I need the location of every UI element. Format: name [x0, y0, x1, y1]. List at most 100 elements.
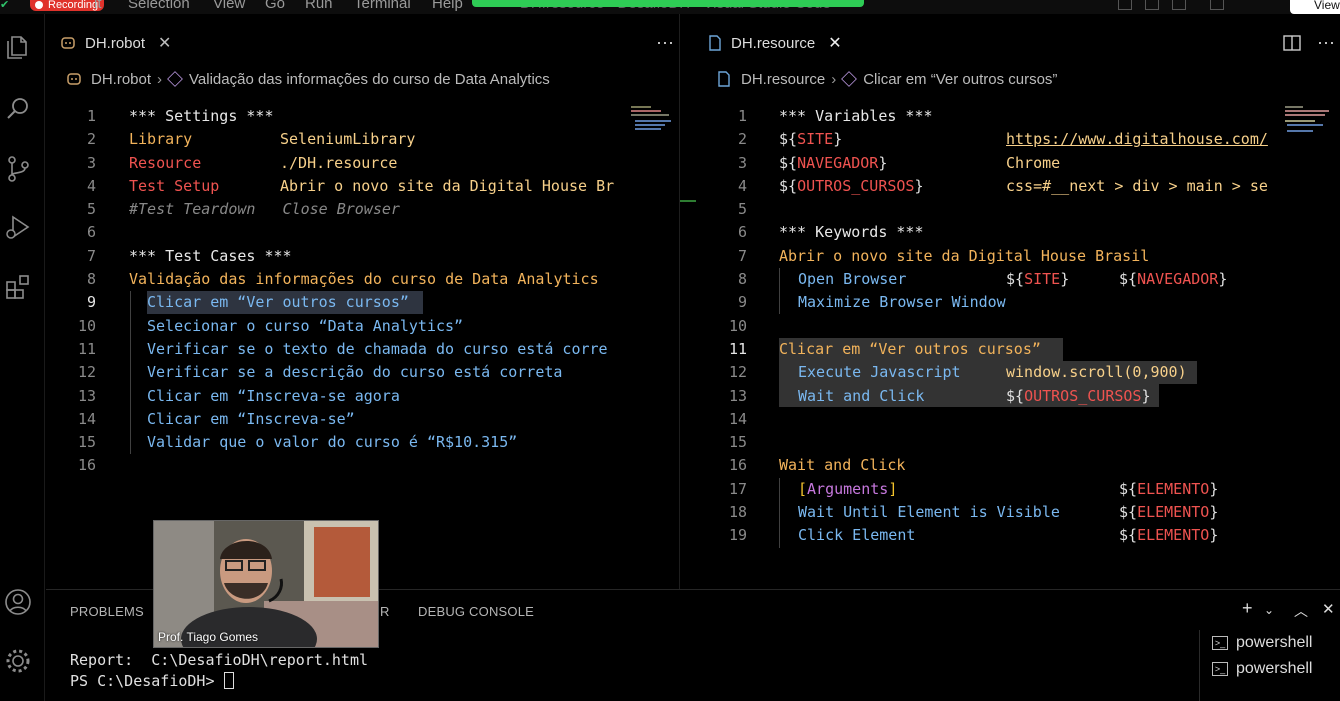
code-text: Open Browser: [798, 270, 907, 289]
close-icon[interactable]: ✕: [158, 33, 171, 53]
terminal-item[interactable]: >_ powershell: [1212, 660, 1312, 678]
account-icon[interactable]: [3, 587, 33, 617]
code-line: 14 Clicar em “Inscreva-se”: [46, 408, 679, 431]
search-icon[interactable]: [3, 94, 33, 124]
line-number: 8: [737, 270, 747, 289]
code-line: 14: [697, 408, 1340, 431]
menu-go[interactable]: Go: [265, 0, 285, 12]
url-link[interactable]: https://www.digitalhouse.com/: [1006, 128, 1268, 151]
terminal-item[interactable]: >_ powershell: [1212, 634, 1312, 652]
view-button[interactable]: View: [1290, 0, 1340, 14]
line-number: 15: [728, 433, 747, 452]
code-text: Abrir o novo site da Digital House Br: [280, 176, 615, 195]
variable-name: ELEMENTO: [1137, 479, 1210, 498]
code-line: 7 *** Test Cases ***: [46, 245, 679, 268]
line-number: 13: [728, 386, 747, 405]
layout-panel-icon[interactable]: [1145, 0, 1159, 10]
code-text: Selecionar o curso “Data Analytics”: [147, 316, 464, 335]
code-line: 6 *** Keywords ***: [697, 221, 1340, 244]
line-number: 5: [737, 200, 747, 219]
extensions-icon[interactable]: [3, 272, 33, 302]
menu-selection[interactable]: Selection: [128, 0, 190, 12]
code-line: 2 ${SITE} https://www.digitalhouse.com/: [697, 128, 1340, 151]
line-number: 1: [737, 107, 747, 125]
source-control-icon[interactable]: [3, 154, 33, 184]
tab-dh-resource[interactable]: DH.resource ✕: [708, 28, 842, 58]
tab-label: DH.resource: [731, 34, 816, 52]
powershell-icon: >_: [1212, 662, 1228, 676]
code-line: 13 Wait and Click ${OUTROS_CURSOS}: [697, 385, 1340, 408]
editor-splitter[interactable]: [679, 14, 697, 589]
maximize-panel-icon[interactable]: ︿: [1294, 601, 1308, 621]
code-text: Validar que o valor do curso é “R$10.315…: [147, 433, 518, 452]
robot-file-icon: [61, 37, 75, 49]
tab-problems[interactable]: PROBLEMS: [70, 604, 144, 619]
code-text: Test Setup: [129, 176, 220, 195]
code-line: 12 Verificar se a descrição do curso está…: [46, 361, 679, 384]
variable-name: NAVEGADOR: [797, 153, 879, 172]
code-line: 3 ${NAVEGADOR} Chrome: [697, 152, 1340, 175]
code-text: Library: [129, 130, 193, 149]
tab-dh-robot[interactable]: DH.robot ✕: [60, 28, 171, 58]
variable-name: ELEMENTO: [1137, 526, 1210, 545]
line-number: 4: [86, 176, 96, 195]
menu-terminal[interactable]: Terminal: [354, 0, 411, 12]
code-line: 12 Execute Javascript window.scroll(0,900): [697, 361, 1340, 384]
webcam-overlay: Prof. Tiago Gomes: [153, 520, 379, 648]
breadcrumb: DH.resource › Clicar em “Ver outros curs…: [717, 69, 1057, 89]
line-number: 10: [728, 316, 747, 335]
activity-bar: [0, 14, 45, 701]
robot-file-icon: [67, 73, 81, 85]
tab-debug-console[interactable]: DEBUG CONSOLE: [418, 604, 534, 619]
breadcrumb-file[interactable]: DH.resource: [741, 71, 825, 88]
new-terminal-icon[interactable]: +: [1242, 598, 1253, 619]
layout-secondary-icon[interactable]: [1172, 0, 1186, 10]
layout-sidebar-icon[interactable]: [1118, 0, 1132, 10]
tab-terminal-partial[interactable]: R: [380, 604, 390, 619]
explorer-icon[interactable]: [3, 32, 33, 62]
chevron-down-icon[interactable]: ⌄: [1264, 603, 1274, 617]
menu-help[interactable]: Help: [432, 0, 463, 12]
code-text: Chrome: [1006, 153, 1061, 172]
code-line: 9 Clicar em “Ver outros cursos”: [46, 291, 679, 314]
line-number: 10: [77, 316, 96, 335]
line-number: 13: [77, 386, 96, 405]
variable-name: OUTROS_CURSOS: [1024, 386, 1142, 405]
menu-view[interactable]: View: [213, 0, 245, 12]
line-number: 17: [728, 479, 747, 498]
menu-bar: ✔ Recording it Selection View Go Run Ter…: [0, 0, 1340, 14]
presenter-video: [154, 521, 378, 647]
check-icon: ✔: [0, 0, 10, 11]
close-icon[interactable]: ✕: [828, 33, 841, 53]
terminal-list: >_ powershell >_ powershell: [1199, 630, 1340, 701]
split-editor-icon[interactable]: [1283, 28, 1301, 58]
menu-selection-partial[interactable]: it: [94, 0, 102, 12]
code-editor-left[interactable]: 1 *** Settings *** 2 Library SeleniumLibrar…: [46, 105, 679, 478]
presenter-name: Prof. Tiago Gomes: [158, 630, 259, 644]
layout-customize-icon[interactable]: [1210, 0, 1224, 10]
menu-run[interactable]: Run: [305, 0, 333, 12]
line-number: 18: [728, 503, 747, 522]
terminal-prompt: PS C:\DesafioDH>: [70, 671, 368, 692]
code-line: 10: [697, 315, 1340, 338]
code-line: 11 Verificar se o texto de chamada do cur…: [46, 338, 679, 361]
chevron-right-icon: ›: [157, 70, 163, 88]
more-actions-icon[interactable]: ⋯: [1317, 28, 1335, 58]
terminal[interactable]: Report: C:\DesafioDH\report.html PS C:\D…: [70, 650, 368, 692]
code-text: *** Settings ***: [129, 107, 274, 125]
breadcrumb-file[interactable]: DH.robot: [91, 71, 151, 88]
close-panel-icon[interactable]: ✕: [1322, 600, 1335, 618]
line-number: 4: [737, 176, 747, 195]
line-number: 6: [737, 223, 747, 242]
variable-name: ELEMENTO: [1137, 503, 1210, 522]
file-icon: [709, 35, 721, 51]
settings-gear-icon[interactable]: [3, 646, 33, 676]
breadcrumb-symbol[interactable]: Clicar em “Ver outros cursos”: [863, 71, 1057, 88]
code-line: 16 Wait and Click: [697, 454, 1340, 477]
more-actions-icon[interactable]: ⋯: [656, 28, 674, 58]
code-editor-right[interactable]: 1 *** Variables *** 2 ${SITE} https://www.d…: [697, 105, 1340, 548]
line-number: 1: [86, 107, 96, 125]
run-debug-icon[interactable]: [3, 212, 33, 242]
breadcrumb-symbol[interactable]: Validação das informações do curso de Da…: [189, 71, 550, 88]
terminal-line: Report: C:\DesafioDH\report.html: [70, 651, 369, 669]
